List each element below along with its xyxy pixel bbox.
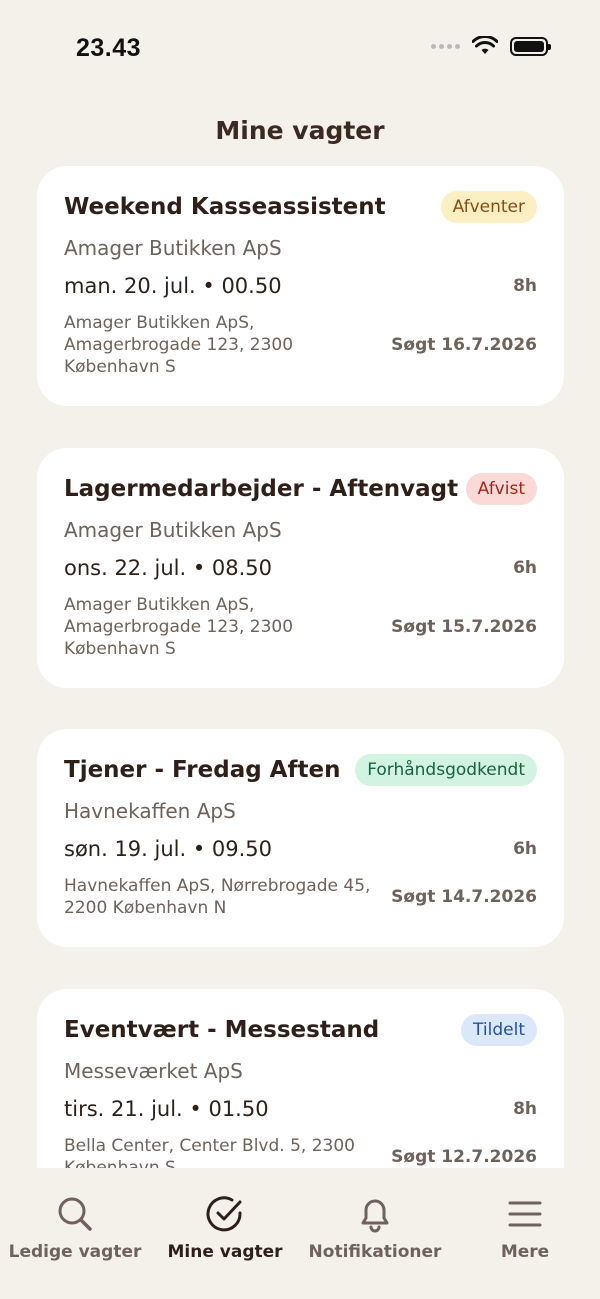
shift-title: Weekend Kasseassistent <box>64 194 386 220</box>
shift-card[interactable]: Eventvært - Messestand Tildelt Messeværk… <box>37 989 564 1168</box>
shift-company: Messeværket ApS <box>64 1059 243 1083</box>
shift-datetime: tirs. 21. jul. • 01.50 <box>64 1097 269 1121</box>
search-icon <box>58 1197 92 1231</box>
tab-label: Mere <box>500 1242 550 1262</box>
shift-list[interactable]: Weekend Kasseassistent Afventer Amager B… <box>0 166 600 1168</box>
tab-mere[interactable]: Mere <box>450 1194 600 1262</box>
status-badge: Tildelt <box>461 1014 537 1046</box>
shift-address: Amager Butikken ApS, Amagerbrogade 123, … <box>64 595 294 659</box>
status-badge: Afventer <box>440 191 537 223</box>
shift-address: Amager Butikken ApS, Amagerbrogade 123, … <box>64 313 294 377</box>
wifi-icon <box>472 36 498 54</box>
shift-applied-date: Søgt 16.7.2026 <box>391 335 537 355</box>
check-circle-icon <box>206 1196 242 1232</box>
shift-datetime: ons. 22. jul. • 08.50 <box>64 556 273 580</box>
cellular-signal-icon <box>431 43 460 49</box>
battery-icon <box>510 36 551 56</box>
shift-card[interactable]: Weekend Kasseassistent Afventer Amager B… <box>37 166 564 406</box>
shift-hours: 8h <box>513 1099 537 1119</box>
shift-address: Bella Center, Center Blvd. 5, 2300 Køben… <box>64 1136 355 1168</box>
shift-hours: 6h <box>513 558 537 578</box>
tab-label: Notifikationer <box>308 1242 442 1262</box>
status-bar: 23.43 <box>0 0 600 96</box>
tab-notifikationer[interactable]: Notifikationer <box>300 1194 450 1262</box>
page-title: Mine vagter <box>215 116 385 145</box>
bell-icon <box>361 1199 389 1233</box>
tab-label: Ledige vagter <box>8 1242 142 1262</box>
shift-address: Havnekaffen ApS, Nørrebrogade 45, 2200 K… <box>64 876 371 918</box>
shift-applied-date: Søgt 12.7.2026 <box>391 1147 537 1167</box>
status-badge: Afvist <box>465 473 537 505</box>
shift-datetime: søn. 19. jul. • 09.50 <box>64 837 273 861</box>
shift-applied-date: Søgt 15.7.2026 <box>391 617 537 637</box>
menu-icon <box>508 1201 542 1227</box>
status-time: 23.43 <box>76 34 142 62</box>
shift-card[interactable]: Lagermedarbejder - Aftenvagt Afvist Amag… <box>37 448 564 688</box>
tab-mine-vagter[interactable]: Mine vagter <box>150 1194 300 1262</box>
shift-title: Eventvært - Messestand <box>64 1017 380 1043</box>
shift-datetime: man. 20. jul. • 00.50 <box>64 274 282 298</box>
shift-hours: 6h <box>513 839 537 859</box>
shift-company: Havnekaffen ApS <box>64 799 236 823</box>
shift-company: Amager Butikken ApS <box>64 518 282 542</box>
tab-label: Mine vagter <box>167 1242 283 1262</box>
status-icons <box>431 36 551 56</box>
shift-card[interactable]: Tjener - Fredag Aften Forhåndsgodkendt H… <box>37 729 564 947</box>
shift-company: Amager Butikken ApS <box>64 236 282 260</box>
tab-ledige-vagter[interactable]: Ledige vagter <box>0 1194 150 1262</box>
shift-title: Lagermedarbejder - Aftenvagt <box>64 476 459 502</box>
shift-title: Tjener - Fredag Aften <box>64 757 341 783</box>
status-badge: Forhåndsgodkendt <box>355 754 537 786</box>
shift-applied-date: Søgt 14.7.2026 <box>391 887 537 907</box>
shift-hours: 8h <box>513 276 537 296</box>
tab-bar: Ledige vagter Mine vagter Notifikationer… <box>0 1168 600 1299</box>
